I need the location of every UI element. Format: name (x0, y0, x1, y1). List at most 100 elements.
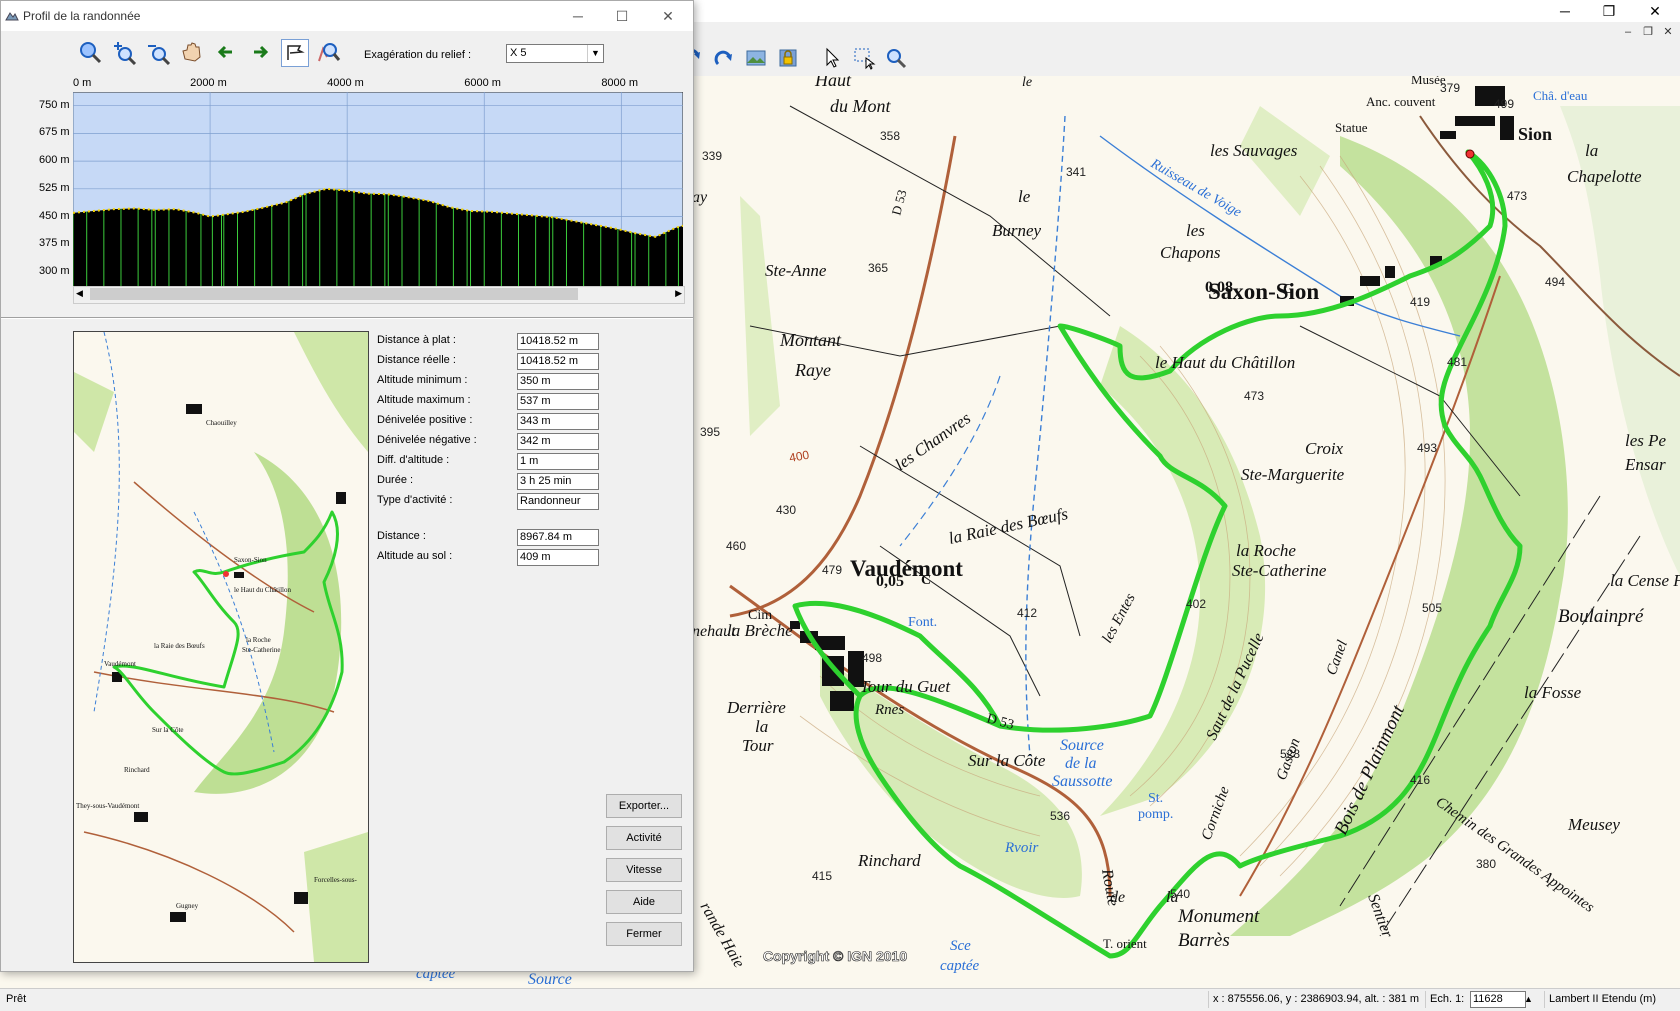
map-label: Raye (794, 360, 831, 380)
lock-map-icon[interactable] (776, 46, 800, 70)
dialog-maximize-button[interactable]: ☐ (599, 5, 645, 27)
svg-text:365: 365 (868, 261, 888, 275)
minimap-canvas[interactable]: Chaouilley Saxon-Sion Vaudémont la Roche… (74, 332, 368, 962)
pointer-icon[interactable] (820, 46, 844, 70)
map-label: D 53 (888, 188, 909, 217)
stat-label: Type d'activité : (377, 494, 453, 506)
main-close-button[interactable]: ✕ (1632, 0, 1678, 22)
mdi-minimize-button[interactable]: – (1620, 24, 1636, 40)
mdi-close-button[interactable]: ✕ (1660, 24, 1676, 40)
map-label: nehaut (692, 623, 736, 640)
mdi-restore-button[interactable]: ❐ (1640, 24, 1656, 40)
speed-button[interactable]: Vitesse (606, 858, 682, 882)
minimap-position-marker[interactable] (223, 571, 229, 577)
stat-value: 343 m (517, 413, 599, 430)
svg-text:528: 528 (1280, 747, 1300, 761)
map-label: rande Haie (697, 900, 748, 971)
chevron-down-icon[interactable]: ▼ (587, 45, 603, 62)
map-label: Canel (1324, 638, 1351, 677)
map-label: T. orient (1103, 936, 1147, 951)
chart-y-tick-label: 600 m (39, 154, 70, 167)
map-label: Ensar (1624, 455, 1666, 474)
svg-text:540: 540 (1170, 887, 1190, 901)
map-image-icon[interactable] (744, 46, 768, 70)
map-label: Tour du Guet (860, 677, 951, 696)
main-restore-button[interactable]: ❐ (1586, 0, 1632, 22)
activity-button[interactable]: Activité (606, 826, 682, 850)
dialog-titlebar[interactable]: Profil de la randonnée ─ ☐ ✕ (1, 1, 693, 31)
svg-text:498: 498 (862, 651, 882, 665)
chart-y-tick-label: 675 m (39, 126, 70, 139)
stat-label: Dénivelée négative : (377, 434, 477, 446)
map-label: captée (940, 958, 979, 974)
map-label: Montant (779, 330, 842, 350)
exaggeration-select[interactable]: X 5 ▼ (506, 44, 604, 63)
scale-spin-up-icon[interactable]: ▲ (1524, 991, 1534, 1008)
scale-input[interactable]: 11628 (1470, 991, 1526, 1008)
track-start-marker[interactable] (1465, 149, 1475, 159)
dialog-minimize-button[interactable]: ─ (555, 5, 601, 27)
map-label: Meusey (1567, 815, 1620, 834)
map-label: la Fosse (1524, 683, 1582, 702)
svg-text:473: 473 (1507, 189, 1527, 203)
stat-label: Diff. d'altitude : (377, 454, 450, 466)
scroll-thumb[interactable] (90, 288, 578, 300)
map-label: de la (1065, 755, 1097, 772)
map-label: Saussotte (1052, 773, 1112, 790)
chart-x-tick-label: 2000 m (190, 77, 227, 89)
stat-label: Durée : (377, 474, 414, 486)
search-hiker-icon[interactable] (315, 39, 341, 65)
pan-hand-icon[interactable] (179, 39, 205, 65)
export-button[interactable]: Exporter... (606, 794, 682, 818)
main-minimize-button[interactable]: ─ (1542, 0, 1588, 22)
stat-value: 3 h 25 min (517, 473, 599, 490)
map-label: Ruisseau de Voige (1147, 156, 1244, 220)
svg-text:481: 481 (1447, 355, 1467, 369)
svg-text:379: 379 (1440, 81, 1460, 95)
map-label: Haut (814, 76, 852, 90)
help-button[interactable]: Aide (606, 890, 682, 914)
close-button[interactable]: Fermer (606, 922, 682, 946)
stat-label: Altitude maximum : (377, 394, 471, 406)
zoom-out-icon[interactable] (145, 39, 171, 65)
scroll-left-icon[interactable]: ◀ (76, 288, 83, 299)
route-minimap[interactable]: Chaouilley Saxon-Sion Vaudémont la Roche… (73, 331, 369, 963)
arrow-left-icon[interactable] (213, 39, 239, 65)
svg-text:412: 412 (1017, 606, 1037, 620)
elevation-profile-chart[interactable] (73, 92, 683, 286)
map-label: Boulainpré (1558, 606, 1645, 627)
redo2-icon[interactable] (712, 46, 736, 70)
map-label: D 53 (985, 711, 1016, 733)
arrow-right-icon[interactable] (247, 39, 273, 65)
select-rect-icon[interactable] (852, 46, 876, 70)
zoom-select-icon[interactable] (884, 46, 908, 70)
map-label: la Roche (1236, 541, 1296, 560)
svg-text:Gugney: Gugney (176, 902, 199, 910)
profile-toggle-icon[interactable] (281, 39, 309, 67)
map-label: Ste-Catherine (1232, 561, 1327, 580)
map-label: St. (1148, 791, 1163, 806)
map-label: le (1018, 187, 1031, 206)
map-label: Statue (1335, 120, 1368, 135)
mdi-controls: – ❐ ✕ (1620, 24, 1680, 40)
map-label: les Pe (1625, 431, 1667, 450)
stat-value: Randonneur (517, 493, 599, 510)
map-label: 0,08 (1205, 279, 1233, 296)
zoom-full-icon[interactable] (77, 39, 103, 65)
scroll-right-icon[interactable]: ▶ (675, 288, 682, 299)
chart-x-tick-label: 8000 m (601, 77, 639, 89)
dialog-close-button[interactable]: ✕ (645, 5, 691, 27)
exaggeration-label: Exagération du relief : (364, 49, 472, 61)
svg-text:460: 460 (726, 539, 746, 553)
map-label: Rvoir (1004, 840, 1038, 856)
cursor-distance-label: Distance : (377, 530, 426, 542)
map-label: Derrière (726, 698, 786, 717)
svg-text:402: 402 (1186, 597, 1206, 611)
zoom-in-icon[interactable] (111, 39, 137, 65)
svg-text:430: 430 (776, 503, 796, 517)
map-label: C (921, 573, 931, 588)
chart-scrollbar[interactable]: ◀ ▶ (73, 286, 685, 304)
svg-text:Vaudémont: Vaudémont (104, 660, 136, 668)
stat-label: Altitude minimum : (377, 374, 468, 386)
stat-value: 1 m (517, 453, 599, 470)
